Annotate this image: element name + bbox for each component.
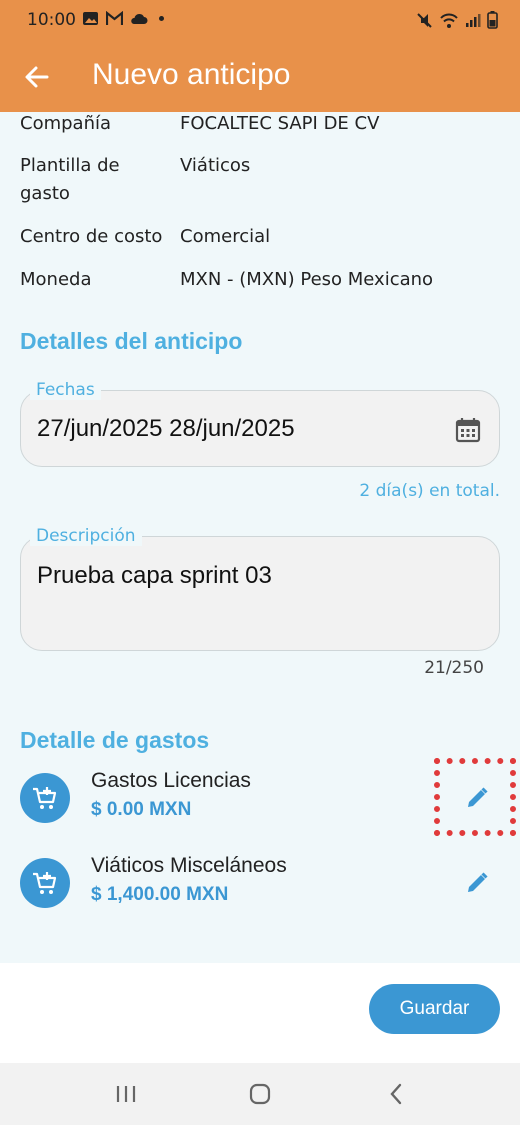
template-label: Plantilla de gasto [20, 155, 120, 204]
edit-expense-button[interactable] [462, 868, 492, 898]
expense-amount: $ 0.00 MXN [91, 799, 192, 820]
footer: Guardar [0, 963, 520, 1063]
wifi-icon [440, 13, 458, 28]
notification-dot-icon [159, 16, 164, 21]
battery-icon [487, 11, 498, 29]
currency-label: Moneda [20, 269, 92, 290]
system-nav-bar [0, 1063, 520, 1125]
signal-icon [466, 13, 481, 27]
company-label: Compañía [20, 113, 112, 134]
dates-value: 27/jun/2025 28/jun/2025 [37, 415, 295, 442]
mute-icon [417, 12, 432, 28]
calendar-button[interactable] [455, 417, 481, 443]
expense-amount: $ 1,400.00 MXN [91, 884, 229, 905]
description-field[interactable]: Prueba capa sprint 03 [20, 536, 500, 651]
expense-name: Viáticos Misceláneos [91, 854, 287, 877]
expense-name: Gastos Licencias [91, 769, 251, 792]
currency-value: MXN - (MXN) Peso Mexicano [180, 269, 434, 290]
back-button[interactable] [22, 62, 52, 92]
expense-item[interactable]: Viáticos Misceláneos $ 1,400.00 MXN [20, 854, 500, 918]
page-title: Nuevo anticipo [92, 58, 291, 91]
dates-label: Fechas [30, 380, 101, 400]
status-time: 10:00 [27, 10, 76, 30]
arrow-back-icon [25, 66, 49, 88]
description-value: Prueba capa sprint 03 [37, 562, 272, 589]
char-counter: 21/250 [424, 658, 484, 678]
expenses-section-title: Detalle de gastos [20, 727, 210, 753]
details-section-title: Detalles del anticipo [20, 328, 243, 354]
mail-icon [106, 11, 123, 25]
home-button[interactable] [240, 1077, 280, 1111]
calendar-icon [455, 418, 481, 443]
recent-apps-icon [116, 1086, 136, 1102]
description-label: Descripción [30, 526, 142, 546]
cloud-icon [131, 13, 148, 24]
company-value: FOCALTEC SAPI DE CV [180, 113, 380, 134]
app-bar: Nuevo anticipo [0, 42, 520, 112]
expense-item[interactable]: Gastos Licencias $ 0.00 MXN [20, 769, 500, 833]
save-button[interactable]: Guardar [369, 984, 500, 1034]
add-cart-icon [33, 872, 57, 894]
add-cart-icon [33, 787, 57, 809]
dates-field[interactable]: 27/jun/2025 28/jun/2025 [20, 390, 500, 467]
cost-center-value: Comercial [180, 226, 271, 247]
chevron-left-icon [390, 1083, 402, 1105]
system-back-button[interactable] [376, 1077, 416, 1111]
highlight-box [434, 758, 516, 836]
cart-icon-badge [20, 773, 70, 823]
gallery-icon [83, 12, 98, 25]
days-total-text: 2 día(s) en total. [359, 481, 500, 501]
status-bar: 10:00 [0, 0, 520, 42]
pencil-icon [468, 872, 488, 892]
template-value: Viáticos [180, 155, 251, 176]
cost-center-label: Centro de costo [20, 226, 163, 247]
home-icon [249, 1083, 271, 1105]
cart-icon-badge [20, 858, 70, 908]
recent-apps-button[interactable] [106, 1077, 146, 1111]
